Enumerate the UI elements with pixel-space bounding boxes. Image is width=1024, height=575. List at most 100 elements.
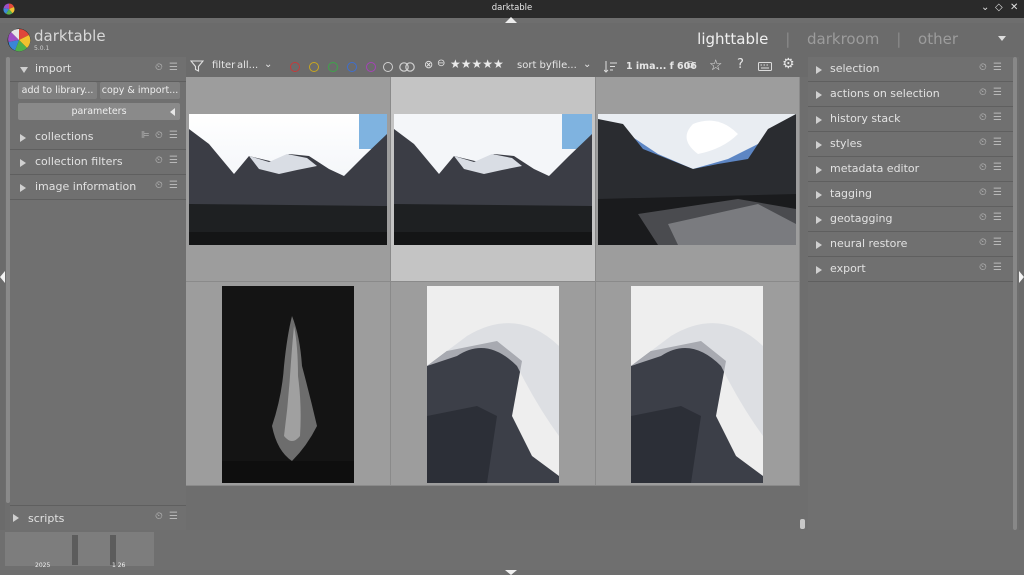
module-image-information[interactable]: image information ⏲ ☰: [10, 175, 186, 200]
misty-peak-photo-thumbnail[interactable]: [427, 286, 559, 483]
presets-menu-icon[interactable]: ☰: [993, 137, 1002, 148]
keyboard-shortcuts-icon[interactable]: [758, 62, 772, 71]
star-icon[interactable]: ☆: [709, 56, 722, 74]
module-collections[interactable]: collections ⊫ ⏲ ☰: [10, 125, 186, 150]
timeline[interactable]: 2025 1 26: [0, 530, 1024, 570]
presets-menu-icon[interactable]: ☰: [169, 130, 178, 141]
presets-menu-icon[interactable]: ☰: [993, 237, 1002, 248]
module-export[interactable]: export ⏲ ☰: [808, 257, 1013, 282]
presets-menu-icon[interactable]: ☰: [993, 262, 1002, 273]
reset-icon[interactable]: ⏲: [155, 511, 163, 522]
waterfall-photo-thumbnail[interactable]: [222, 286, 354, 483]
reset-icon[interactable]: ⏲: [979, 187, 987, 198]
mountain-photo-thumbnail[interactable]: [394, 114, 592, 245]
sort-icon[interactable]: ⊫: [141, 130, 150, 141]
rating-stars[interactable]: ★★★★★: [450, 57, 504, 71]
presets-menu-icon[interactable]: ☰: [169, 180, 178, 191]
thumbnail-cell[interactable]: [596, 77, 800, 282]
expand-triangle-icon: [816, 191, 822, 199]
maximize-button[interactable]: ◇: [995, 2, 1003, 13]
reset-icon[interactable]: ⏲: [979, 237, 987, 248]
module-geotagging[interactable]: geotagging ⏲ ☰: [808, 207, 1013, 232]
chevron-down-icon[interactable]: ⌄: [264, 59, 272, 70]
chevron-down-icon[interactable]: ⌄: [583, 59, 591, 70]
view-darkroom[interactable]: darkroom: [807, 30, 879, 48]
reset-icon[interactable]: ⏲: [155, 62, 163, 73]
sort-dropdown[interactable]: file...: [552, 60, 577, 71]
module-styles[interactable]: styles ⏲ ☰: [808, 132, 1013, 157]
left-panel-toggle-arrow[interactable]: [0, 271, 5, 283]
reset-icon[interactable]: ⏲: [155, 180, 163, 191]
presets-menu-icon[interactable]: ☰: [993, 162, 1002, 173]
reset-icon[interactable]: ⏲: [979, 137, 987, 148]
views-dropdown-icon[interactable]: [998, 36, 1006, 41]
thumbnail-cell[interactable]: [596, 282, 800, 486]
color-label-gray-icon[interactable]: [383, 62, 393, 72]
gear-icon[interactable]: ⚙: [782, 56, 795, 72]
reset-icon[interactable]: ⏲: [155, 130, 163, 141]
left-panel: import ⏲ ☰ add to library... copy & impo…: [10, 57, 186, 530]
thumbnail-cell-selected[interactable]: [391, 77, 596, 282]
color-label-blue-icon[interactable]: [347, 62, 357, 72]
module-label: scripts: [28, 512, 65, 525]
color-label-purple-icon[interactable]: [366, 62, 376, 72]
reset-icon[interactable]: ⏲: [155, 155, 163, 166]
module-selection[interactable]: selection ⏲ ☰: [808, 57, 1013, 82]
right-panel-toggle-arrow[interactable]: [1019, 271, 1024, 283]
expand-triangle-icon: [816, 266, 822, 274]
module-scripts[interactable]: scripts ⏲ ☰: [10, 505, 186, 530]
fjord-photo-thumbnail[interactable]: [598, 114, 796, 245]
minimize-button[interactable]: ⌄: [981, 2, 989, 13]
color-label-red-icon[interactable]: [290, 62, 300, 72]
reset-icon[interactable]: ⏲: [979, 87, 987, 98]
presets-menu-icon[interactable]: ☰: [169, 511, 178, 522]
right-panel-scrollbar[interactable]: [1013, 57, 1017, 530]
presets-menu-icon[interactable]: ☰: [169, 155, 178, 166]
color-label-operator-icon[interactable]: [399, 62, 415, 72]
presets-menu-icon[interactable]: ☰: [169, 62, 178, 73]
filter-icon[interactable]: [190, 59, 204, 73]
presets-menu-icon[interactable]: ☰: [993, 87, 1002, 98]
reset-icon[interactable]: ⏲: [979, 162, 987, 173]
module-import[interactable]: import ⏲ ☰: [10, 57, 186, 82]
presets-menu-icon[interactable]: ☰: [993, 187, 1002, 198]
presets-menu-icon[interactable]: ☰: [993, 212, 1002, 223]
grid-scrollbar[interactable]: [800, 519, 805, 529]
help-icon[interactable]: ?: [737, 57, 744, 72]
color-label-yellow-icon[interactable]: [309, 62, 319, 72]
reset-icon[interactable]: ⏲: [979, 112, 987, 123]
module-metadata-editor[interactable]: metadata editor ⏲ ☰: [808, 157, 1013, 182]
module-collection-filters[interactable]: collection filters ⏲ ☰: [10, 150, 186, 175]
close-button[interactable]: ✕: [1010, 2, 1018, 13]
thumbnail-cell[interactable]: [186, 77, 391, 282]
filter-dropdown[interactable]: all...: [237, 60, 258, 71]
reset-icon[interactable]: ⏲: [979, 262, 987, 273]
left-edge: [0, 57, 5, 530]
reject-icon[interactable]: ⊗: [424, 58, 433, 71]
view-other[interactable]: other: [918, 30, 958, 48]
presets-menu-icon[interactable]: ☰: [993, 112, 1002, 123]
parameters-toggle[interactable]: parameters: [18, 103, 180, 120]
expand-triangle-icon: [816, 91, 822, 99]
thumbnail-cell[interactable]: [391, 282, 596, 486]
no-rating-icon[interactable]: ⊖: [437, 58, 445, 69]
grouping-icon[interactable]: ⧉: [687, 60, 694, 71]
module-actions-on-selection[interactable]: actions on selection ⏲ ☰: [808, 82, 1013, 107]
module-history-stack[interactable]: history stack ⏲ ☰: [808, 107, 1013, 132]
color-label-green-icon[interactable]: [328, 62, 338, 72]
thumbnail-cell[interactable]: [186, 282, 391, 486]
bottom-panel-toggle-arrow[interactable]: [505, 570, 517, 575]
copy-and-import-button[interactable]: copy & import...: [100, 82, 180, 99]
module-tagging[interactable]: tagging ⏲ ☰: [808, 182, 1013, 207]
add-to-library-button[interactable]: add to library...: [18, 82, 97, 99]
reset-icon[interactable]: ⏲: [979, 62, 987, 73]
presets-menu-icon[interactable]: ☰: [993, 62, 1002, 73]
view-lighttable[interactable]: lighttable: [697, 30, 768, 48]
app-name: darktable: [34, 27, 106, 45]
module-label: metadata editor: [830, 162, 920, 175]
mountain-photo-thumbnail[interactable]: [189, 114, 387, 245]
reset-icon[interactable]: ⏲: [979, 212, 987, 223]
sort-order-icon[interactable]: [604, 60, 618, 73]
module-neural-restore[interactable]: neural restore ⏲ ☰: [808, 232, 1013, 257]
misty-peak-photo-thumbnail[interactable]: [631, 286, 763, 483]
